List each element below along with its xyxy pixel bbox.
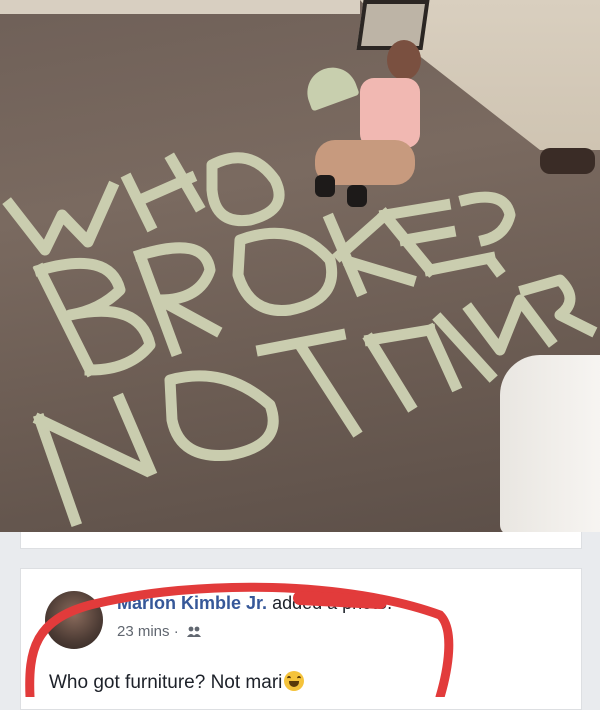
post-card: Marlon Kimble Jr. added a photo. 23 mins… — [20, 568, 582, 710]
money-letters — [2, 152, 598, 528]
friends-icon[interactable] — [186, 626, 201, 638]
post-photo[interactable] — [0, 0, 600, 532]
post-action: added a photo. — [272, 593, 393, 613]
post-message: Who got furniture? Not mari — [49, 671, 305, 694]
avatar[interactable] — [45, 591, 103, 649]
post-meta: 23 mins · — [117, 623, 201, 640]
post-time[interactable]: 23 mins — [117, 623, 170, 640]
laughing-crying-emoji-icon — [284, 671, 305, 691]
post-message-text: Who got furniture? Not mari — [49, 672, 283, 693]
author-name[interactable]: Marlon Kimble Jr. — [117, 593, 267, 613]
photo-card-bottom-edge — [20, 532, 582, 549]
meta-separator: · — [173, 623, 179, 640]
post-header: Marlon Kimble Jr. added a photo. — [117, 593, 392, 614]
